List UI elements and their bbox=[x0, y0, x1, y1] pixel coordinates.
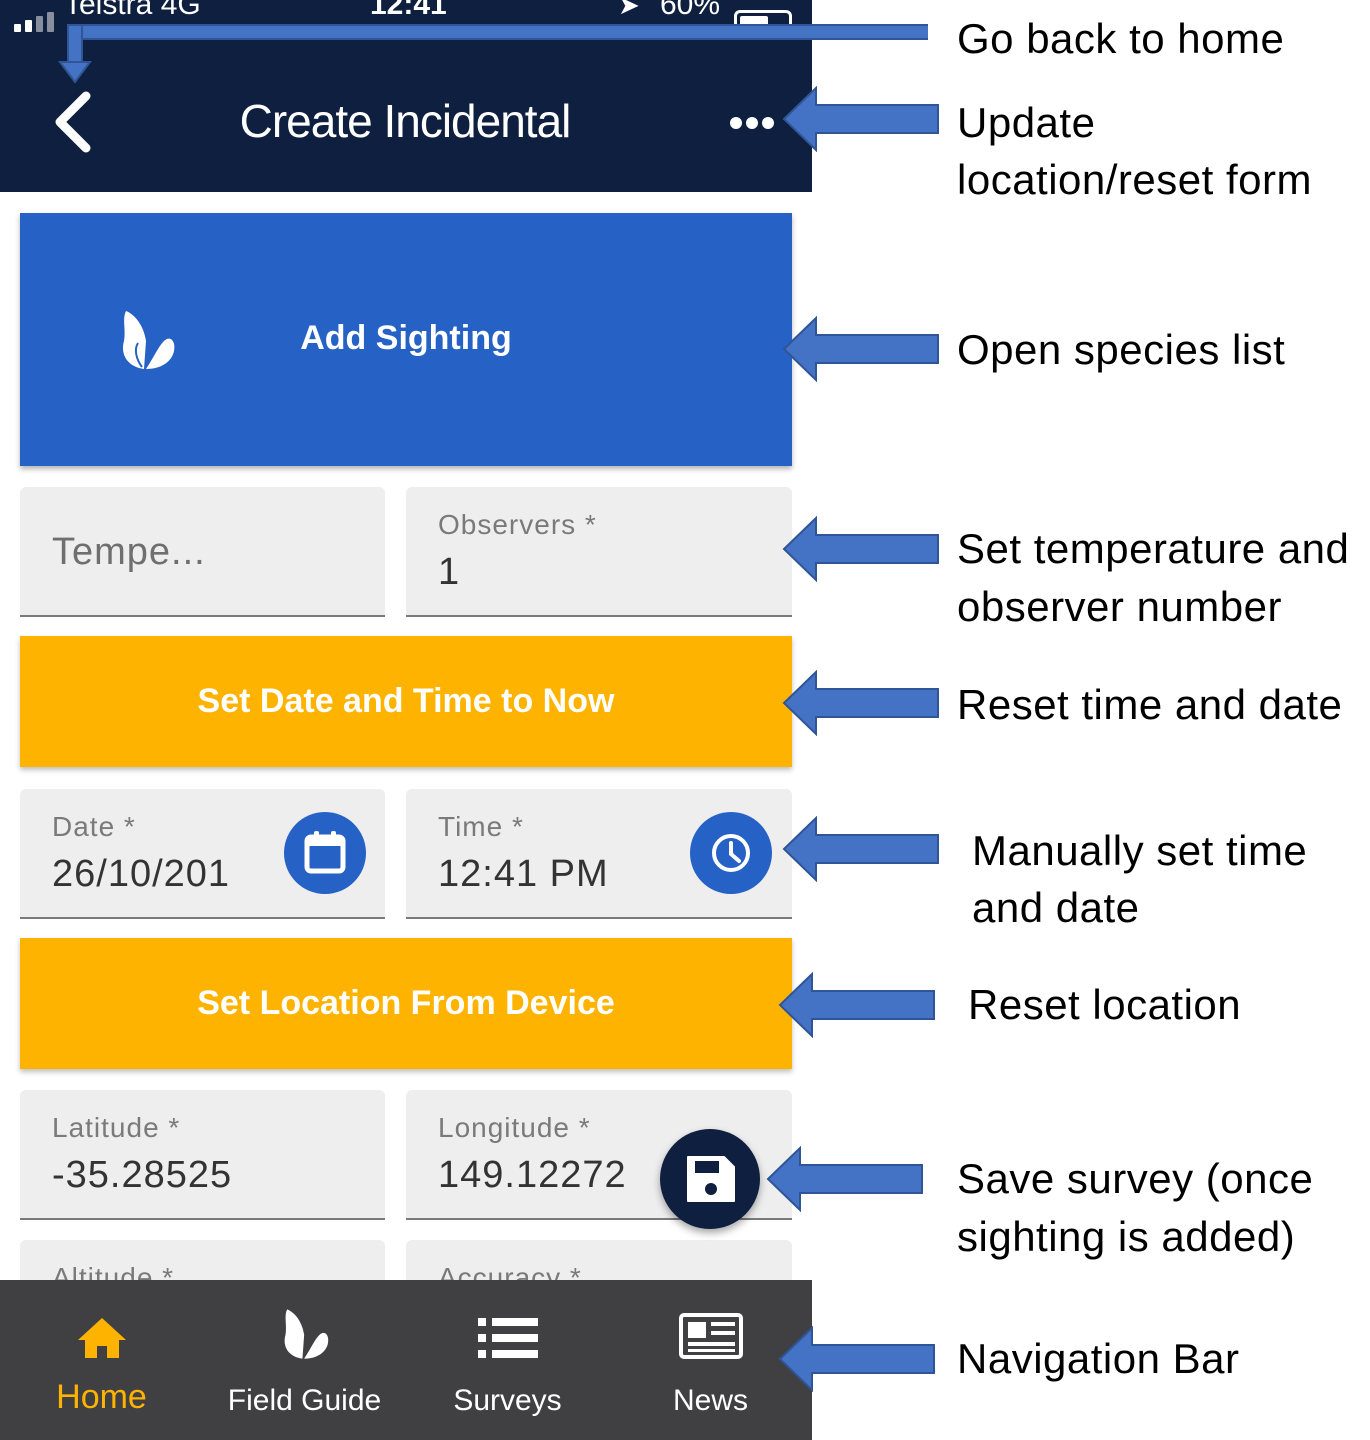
annotation-manual-2: and date bbox=[972, 884, 1140, 931]
annotation-arrow-save bbox=[766, 1146, 923, 1212]
butterfly-icon bbox=[284, 1309, 328, 1359]
annotation-arrow-reset-location bbox=[778, 972, 935, 1038]
add-sighting-label: Add Sighting bbox=[300, 319, 512, 357]
time-value: 12:41 PM bbox=[438, 853, 609, 895]
observers-field[interactable]: Observers * 1 bbox=[406, 487, 792, 617]
annotation-reset-time: Reset time and date bbox=[957, 681, 1343, 728]
time-picker-button[interactable] bbox=[690, 812, 772, 894]
add-sighting-button[interactable]: Add Sighting bbox=[20, 213, 792, 466]
latitude-value: -35.28525 bbox=[52, 1154, 233, 1196]
annotation-open-species: Open species list bbox=[957, 326, 1286, 373]
annotation-go-back: Go back to home bbox=[957, 15, 1285, 62]
annotation-navigation-bar: Navigation Bar bbox=[957, 1335, 1240, 1382]
time-label: Time * bbox=[438, 811, 524, 842]
longitude-value: 149.12272 bbox=[438, 1154, 627, 1196]
battery-percent: 60% bbox=[660, 0, 721, 21]
back-button[interactable] bbox=[48, 90, 98, 154]
longitude-label: Longitude * bbox=[438, 1112, 591, 1143]
home-icon bbox=[77, 1318, 126, 1358]
observers-label: Observers * bbox=[438, 509, 597, 540]
app-screen: Telstra 4G 12:41 ➤ 60% Create Incidental… bbox=[0, 0, 812, 1440]
newspaper-icon bbox=[678, 1313, 743, 1359]
temperature-field[interactable]: Tempe... bbox=[20, 487, 385, 617]
annotation-arrow-back bbox=[58, 24, 928, 84]
annotation-arrow-temperature bbox=[782, 516, 939, 582]
more-options-button[interactable] bbox=[722, 106, 782, 140]
annotation-manual-1: Manually set time bbox=[972, 827, 1308, 874]
temperature-placeholder: Tempe... bbox=[52, 531, 206, 573]
more-dots-icon bbox=[730, 117, 774, 129]
annotation-arrow-update-location bbox=[782, 86, 939, 152]
annotation-arrow-navbar bbox=[778, 1326, 935, 1392]
date-label: Date * bbox=[52, 811, 136, 842]
annotation-arrow-reset-time bbox=[782, 670, 939, 736]
save-button[interactable] bbox=[660, 1129, 760, 1229]
nav-item-home[interactable]: Home bbox=[0, 1280, 203, 1440]
date-value: 26/10/201 bbox=[52, 853, 231, 895]
set-date-time-now-button[interactable]: Set Date and Time to Now bbox=[20, 636, 792, 767]
annotation-set-temp-1: Set temperature and bbox=[957, 525, 1350, 572]
nav-item-surveys[interactable]: Surveys bbox=[406, 1280, 609, 1440]
navigation-bar: Home Field Guide Surveys News bbox=[0, 1280, 812, 1440]
observers-value: 1 bbox=[438, 551, 461, 593]
latitude-label: Latitude * bbox=[52, 1112, 181, 1143]
chevron-left-icon bbox=[55, 91, 91, 153]
calendar-icon bbox=[304, 831, 346, 874]
status-time: 12:41 bbox=[370, 0, 447, 21]
annotation-save-1: Save survey (once bbox=[957, 1155, 1314, 1202]
annotation-update-1: Update bbox=[957, 99, 1096, 146]
annotation-save-2: sighting is added) bbox=[957, 1213, 1296, 1260]
annotation-set-temp-2: observer number bbox=[957, 583, 1282, 630]
date-picker-button[interactable] bbox=[284, 812, 366, 894]
nav-item-field-guide[interactable]: Field Guide bbox=[203, 1280, 406, 1440]
annotation-arrow-manual-time bbox=[782, 816, 939, 882]
set-location-button[interactable]: Set Location From Device bbox=[20, 938, 792, 1069]
page-title: Create Incidental bbox=[239, 95, 572, 147]
location-arrow-icon: ➤ bbox=[618, 0, 640, 20]
clock-icon bbox=[712, 834, 750, 872]
annotation-update-2: location/reset form bbox=[957, 156, 1312, 203]
annotation-reset-location: Reset location bbox=[968, 981, 1242, 1028]
nav-label-field-guide: Field Guide bbox=[227, 1384, 382, 1417]
nav-label-home: Home bbox=[56, 1378, 147, 1416]
latitude-field[interactable]: Latitude * -35.28525 bbox=[20, 1090, 385, 1220]
nav-label-surveys: Surveys bbox=[453, 1384, 562, 1417]
annotation-arrow-species-list bbox=[782, 316, 939, 382]
carrier-label: Telstra 4G bbox=[64, 0, 201, 21]
save-icon bbox=[687, 1156, 735, 1202]
list-icon bbox=[477, 1318, 538, 1358]
